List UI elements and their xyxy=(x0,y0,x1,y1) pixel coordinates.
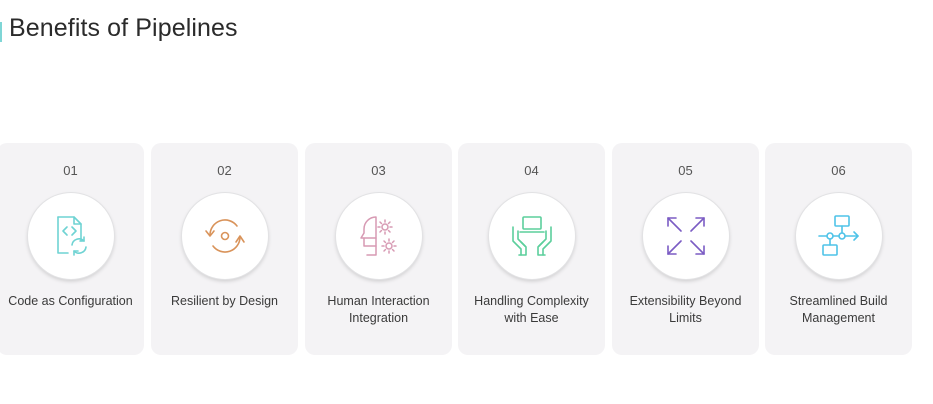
benefit-card-5: 05 Extensibility Beyond Limits xyxy=(612,143,759,355)
hands-laptop-icon xyxy=(511,216,552,256)
card-label: Handling Complexity with Ease xyxy=(474,294,589,325)
card-number: 03 xyxy=(371,163,386,178)
icon-circle xyxy=(795,193,882,279)
card-number: 06 xyxy=(831,163,846,178)
icon-circle xyxy=(488,193,575,279)
card-label: Extensibility Beyond Limits xyxy=(629,294,742,325)
card-number: 01 xyxy=(63,163,78,178)
card-label: Resilient by Design xyxy=(171,294,278,308)
benefit-cards: 01 Code as Configuration 02 Resilient by… xyxy=(0,143,933,355)
card-number: 02 xyxy=(217,163,232,178)
benefit-card-4: 04 Handling Complexity with Ease xyxy=(458,143,605,355)
icon-circle xyxy=(335,193,422,279)
benefit-card-3: 03 Human Interaction Integration xyxy=(305,143,452,355)
icon-circle xyxy=(642,193,729,279)
title-accent-bar xyxy=(0,22,2,42)
benefit-card-6: 06 Streamlined Build Management xyxy=(765,143,912,355)
card-label: Human Interaction Integration xyxy=(327,294,430,325)
cycle-arrows-icon xyxy=(204,219,245,253)
card-number: 05 xyxy=(678,163,693,178)
benefit-card-2: 02 Resilient by Design xyxy=(151,143,298,355)
expand-arrows-icon xyxy=(666,217,705,255)
icon-circle xyxy=(181,193,268,279)
card-label: Code as Configuration xyxy=(8,294,133,308)
code-file-icon xyxy=(56,216,87,256)
card-number: 04 xyxy=(524,163,539,178)
flowchart-icon xyxy=(817,215,859,256)
benefit-card-1: 01 Code as Configuration xyxy=(0,143,144,355)
page-title: Benefits of Pipelines xyxy=(9,14,238,42)
human-gear-icon xyxy=(359,216,397,256)
card-label: Streamlined Build Management xyxy=(789,294,888,325)
icon-circle xyxy=(27,193,114,279)
